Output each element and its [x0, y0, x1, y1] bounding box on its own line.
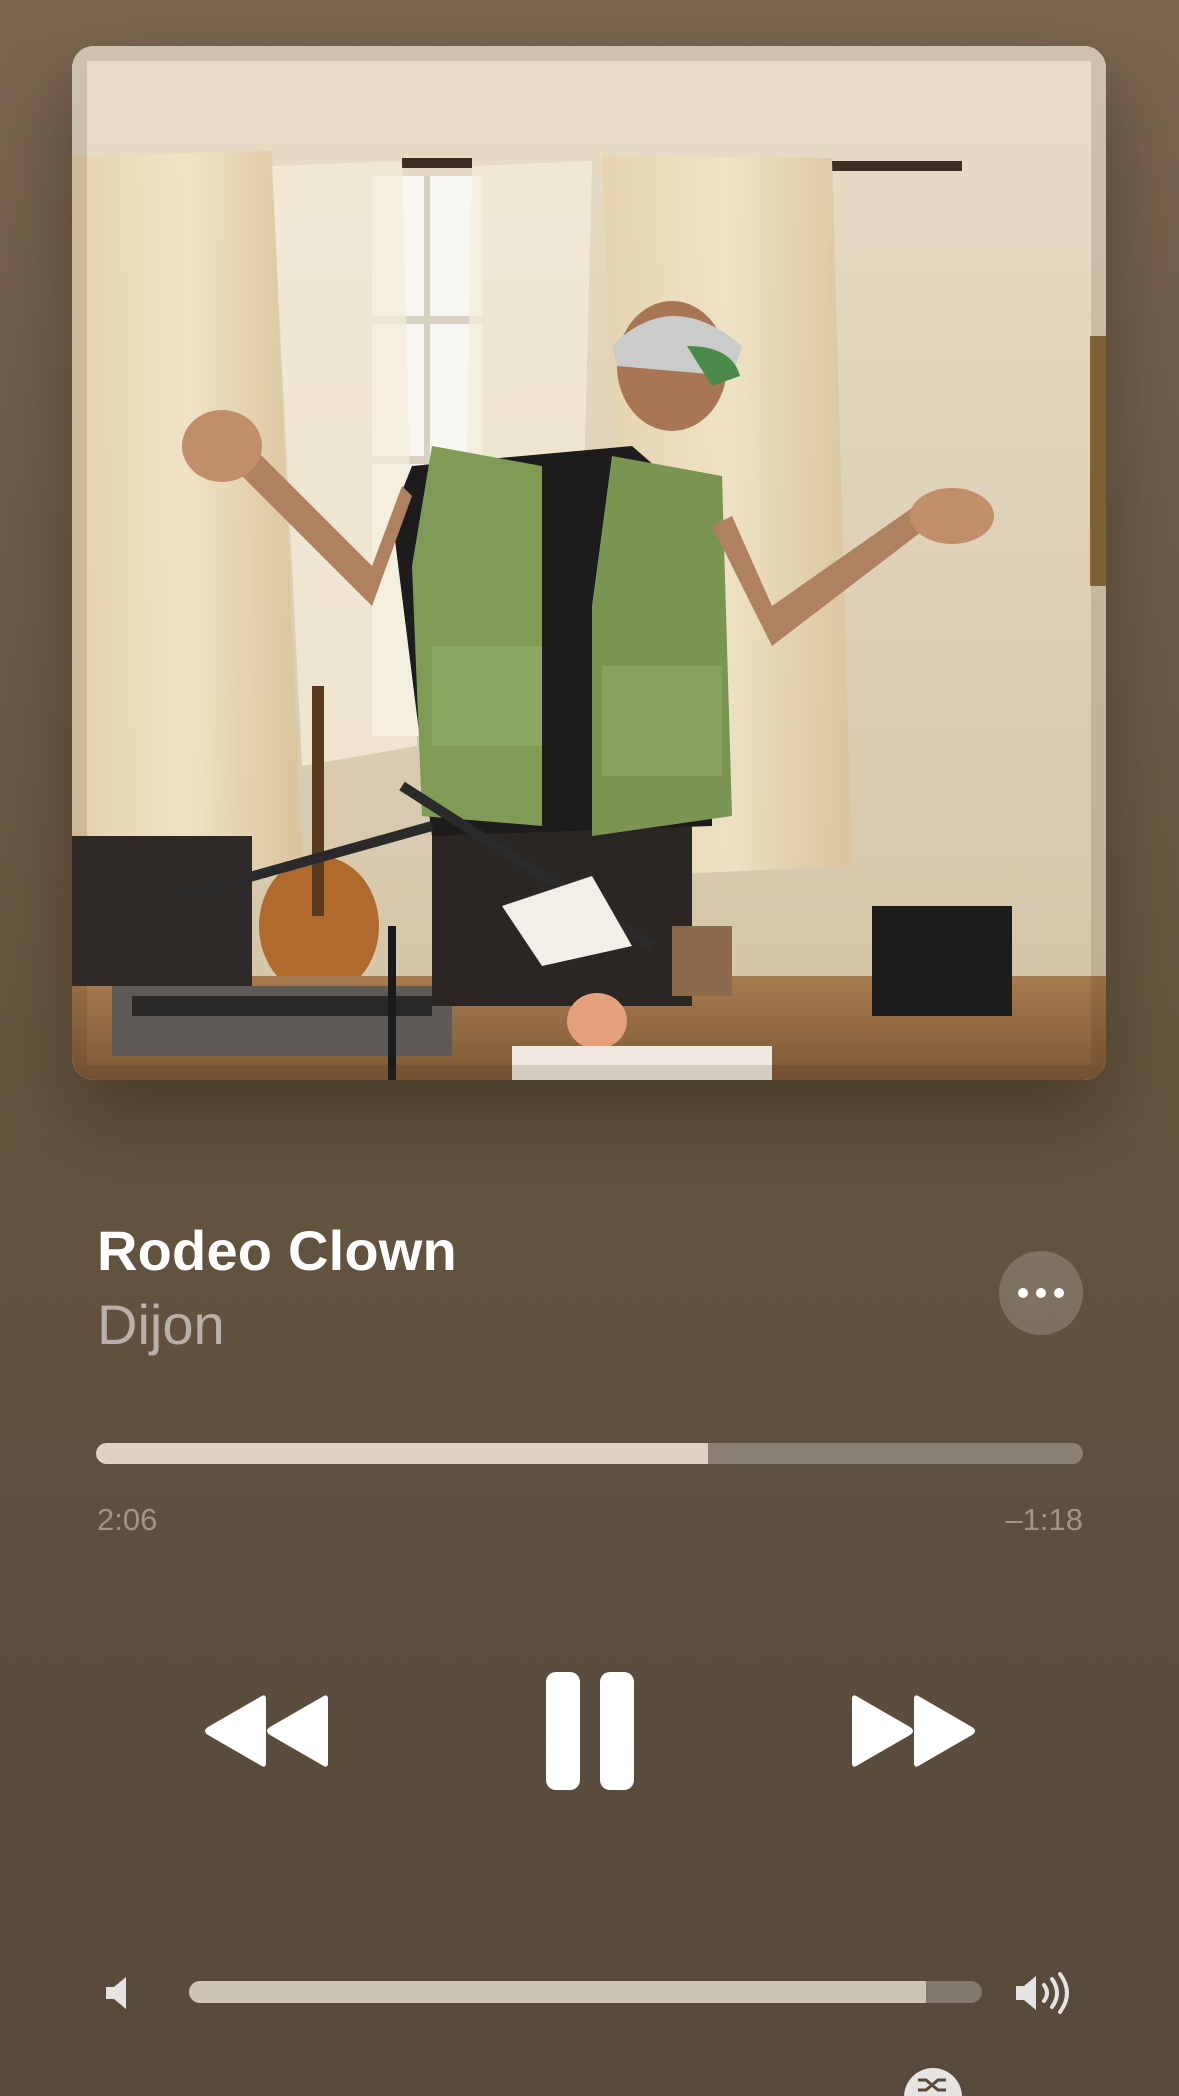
shuffle-button[interactable] — [904, 2068, 962, 2096]
rewind-button[interactable] — [200, 1685, 340, 1777]
volume-slider-fill — [189, 1981, 927, 2003]
remaining-time: –1:18 — [1005, 1502, 1083, 1537]
pause-icon — [546, 1672, 634, 1790]
playback-scrubber[interactable] — [96, 1443, 1083, 1464]
track-title: Rodeo Clown — [97, 1219, 457, 1282]
playback-progress-fill — [96, 1443, 708, 1464]
ellipsis-icon — [1036, 1288, 1046, 1298]
more-options-button[interactable] — [999, 1251, 1083, 1335]
track-artist[interactable]: Dijon — [97, 1292, 225, 1357]
speaker-low-icon — [100, 1973, 140, 2013]
ellipsis-icon — [1018, 1288, 1028, 1298]
volume-slider[interactable] — [189, 1981, 982, 2003]
pause-button[interactable] — [530, 1668, 650, 1794]
rewind-icon — [205, 1695, 328, 1767]
fast-forward-icon — [852, 1695, 975, 1767]
ellipsis-icon — [1054, 1288, 1064, 1298]
elapsed-time: 2:06 — [97, 1502, 158, 1537]
shuffle-icon — [918, 2078, 946, 2092]
fast-forward-button[interactable] — [840, 1685, 980, 1777]
speaker-high-icon — [1012, 1971, 1074, 2015]
album-artwork-image — [72, 46, 1106, 1080]
album-artwork[interactable] — [72, 46, 1106, 1080]
